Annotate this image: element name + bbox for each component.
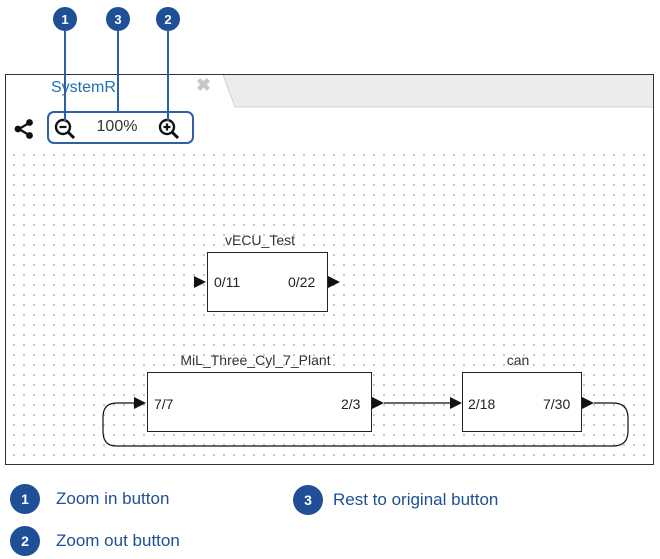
can-label: can — [506, 352, 530, 368]
mil-plant-block[interactable] — [147, 372, 372, 432]
legend-zoom-in-text: Zoom in button — [56, 489, 170, 508]
mil-plant-label: MiL_Three_Cyl_7_Plant — [180, 352, 331, 368]
legend-callout-1: 1 — [10, 484, 40, 514]
tab-title[interactable]: SystemR — [51, 79, 116, 97]
mil-plant-out-port: 2/3 — [341, 396, 361, 412]
share-icon[interactable] — [13, 118, 35, 140]
legend-reset-text: Rest to original button — [333, 490, 499, 509]
mil-plant-in-port: 7/7 — [154, 396, 174, 412]
vecu-test-in-port: 0/11 — [214, 274, 241, 290]
close-tab-icon[interactable]: ✖ — [196, 76, 211, 94]
callout-3: 3 — [106, 7, 130, 31]
vecu-test-out-port: 0/22 — [288, 274, 316, 290]
can-out-port: 7/30 — [543, 396, 571, 412]
zoom-out-icon[interactable] — [54, 118, 76, 140]
legend-callout-2: 2 — [10, 526, 40, 556]
can-in-port: 2/18 — [468, 396, 496, 412]
callout-1: 1 — [53, 7, 77, 31]
legend-callout-3: 3 — [293, 485, 323, 515]
vecu-test-label: vECU_Test — [224, 232, 296, 248]
callout-2: 2 — [156, 7, 180, 31]
zoom-level-reset-button[interactable]: 100% — [89, 118, 145, 136]
legend-zoom-out-text: Zoom out button — [56, 531, 180, 550]
zoom-in-icon[interactable] — [158, 118, 180, 140]
